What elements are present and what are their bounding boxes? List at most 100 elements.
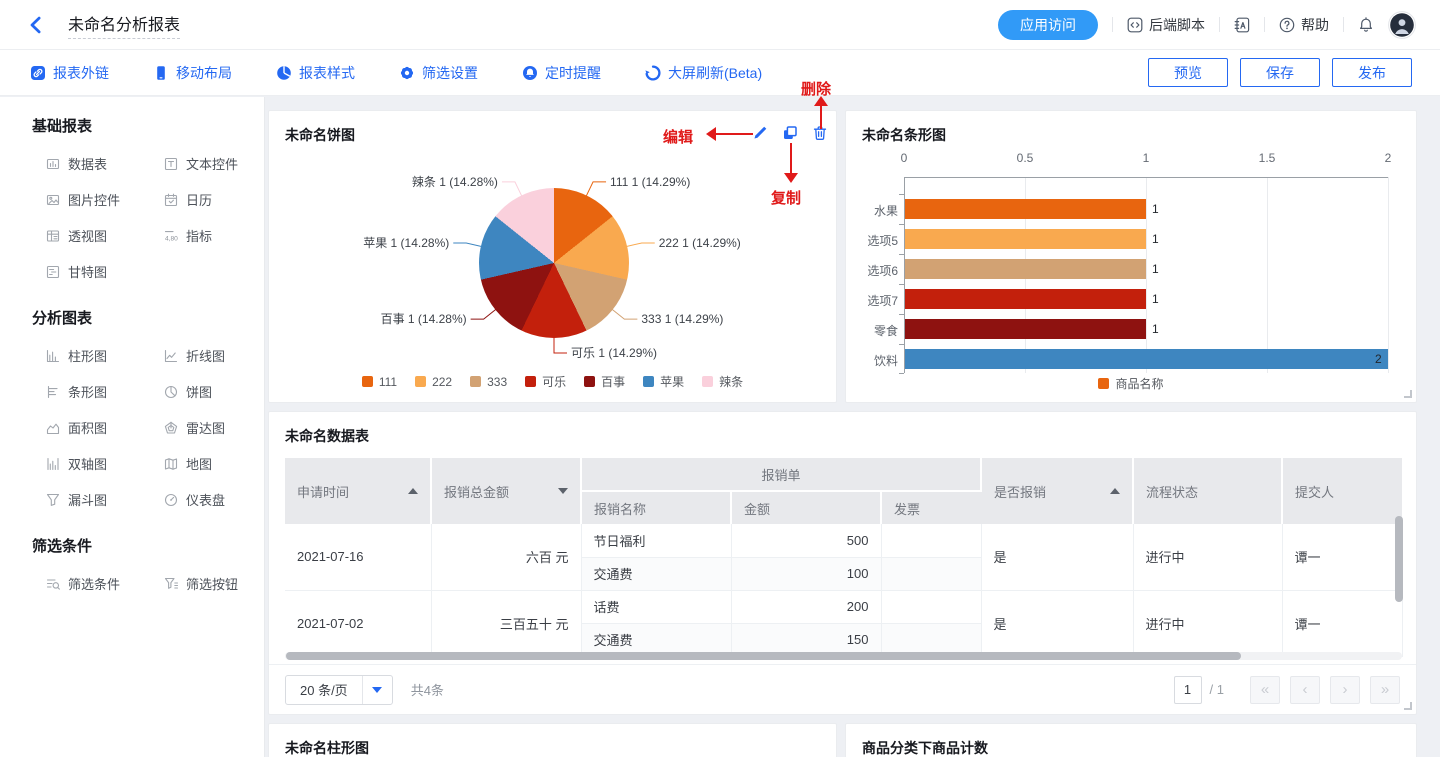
sidebar-item-funnel-chart[interactable]: 漏斗图	[46, 490, 164, 509]
address-book-button[interactable]	[1234, 17, 1250, 33]
avatar[interactable]	[1388, 11, 1416, 39]
sidebar-section: 基础报表数据表文本控件图片控件日历透视图4,80指标甘特图	[32, 115, 264, 281]
sidebar-item-pivot[interactable]: 透视图	[46, 226, 164, 245]
y-axis-tick	[899, 373, 904, 374]
sidebar-item-gantt[interactable]: 甘特图	[46, 262, 164, 281]
pie-card-title: 未命名饼图	[285, 125, 355, 145]
legend-item[interactable]: 333	[470, 375, 507, 389]
sidebar-item-image-widget[interactable]: 图片控件	[46, 190, 164, 209]
sidebar-item-bar-chart[interactable]: 条形图	[46, 382, 164, 401]
column-header-status[interactable]: 流程状态	[1133, 458, 1282, 524]
first-page-button[interactable]: «	[1250, 676, 1280, 704]
sort-desc-icon[interactable]	[558, 488, 568, 494]
next-page-button[interactable]: ›	[1330, 676, 1360, 704]
column-header-submitter[interactable]: 提交人	[1282, 458, 1402, 524]
sidebar-item-line-chart[interactable]: 折线图	[164, 346, 264, 365]
vertical-scrollbar-thumb[interactable]	[1395, 516, 1403, 602]
toolbar-tab-timer-reminder[interactable]: 定时提醒	[522, 63, 601, 83]
x-axis-tick-label: 1	[1126, 151, 1166, 165]
sidebar-item-map[interactable]: 地图	[164, 454, 264, 473]
page-size-select[interactable]: 20 条/页	[285, 675, 393, 705]
sidebar-item-label: 饼图	[186, 382, 212, 401]
column-chart-card[interactable]: 未命名柱形图	[268, 723, 837, 757]
column-chart-icon	[46, 349, 60, 363]
cell-submitter: 谭一	[1282, 524, 1402, 590]
legend-item[interactable]: 苹果	[643, 373, 684, 390]
preview-button[interactable]: 预览	[1148, 58, 1228, 87]
report-canvas: 未命名饼图 111 1 (14.29%)222 1 (14.29%)333 1 …	[265, 96, 1440, 757]
bar-chart-card[interactable]: 未命名条形图 00.511.52水果1选项51选项61选项71零食1饮料2 商品…	[845, 110, 1417, 403]
gauge-icon	[164, 493, 178, 507]
prev-page-button[interactable]: ‹	[1290, 676, 1320, 704]
legend-item[interactable]: 商品名称	[1098, 375, 1163, 392]
toolbar-tab-screen-refresh[interactable]: 大屏刷新(Beta)	[645, 63, 762, 83]
backend-script-link[interactable]: 后端脚本	[1127, 15, 1205, 35]
sidebar-item-metric[interactable]: 4,80指标	[164, 226, 264, 245]
publish-button[interactable]: 发布	[1332, 58, 1412, 87]
column-header-reimbursed[interactable]: 是否报销	[981, 458, 1133, 524]
data-table-card[interactable]: 未命名数据表 申请时间报销总金额报销单是否报销流程状态提交人报销名称金额发票 2…	[268, 411, 1417, 715]
divider	[1343, 17, 1344, 32]
legend-item[interactable]: 辣条	[702, 373, 743, 390]
sidebar-item-filter-button[interactable]: 筛选按钮	[164, 574, 264, 593]
column-subheader[interactable]: 报销名称	[581, 491, 731, 524]
toolbar-tab-filter-settings[interactable]: 筛选设置	[399, 63, 478, 83]
sidebar-item-dual-axis[interactable]: 双轴图	[46, 454, 164, 473]
column-subheader[interactable]: 金额	[731, 491, 881, 524]
edit-icon[interactable]	[752, 125, 768, 141]
app-access-button[interactable]: 应用访问	[998, 10, 1098, 40]
page-number-input[interactable]	[1174, 676, 1202, 704]
sidebar-item-label: 仪表盘	[186, 490, 225, 509]
legend-label: 可乐	[542, 373, 566, 390]
sidebar-item-text-widget[interactable]: 文本控件	[164, 154, 264, 173]
gridline	[1267, 177, 1268, 373]
cell-total-amount: 三百五十 元	[431, 590, 581, 656]
legend-item[interactable]: 可乐	[525, 373, 566, 390]
tab-label: 大屏刷新(Beta)	[668, 63, 762, 83]
legend-item[interactable]: 111	[362, 375, 397, 389]
help-link[interactable]: 帮助	[1279, 15, 1329, 35]
horizontal-scrollbar-thumb[interactable]	[286, 652, 1241, 660]
column-group-header: 报销单	[581, 458, 981, 491]
notifications-button[interactable]	[1358, 17, 1374, 33]
sort-asc-icon[interactable]	[1110, 488, 1120, 494]
y-axis-category-label: 选项6	[848, 262, 898, 279]
save-button[interactable]: 保存	[1240, 58, 1320, 87]
sidebar-item-data-table[interactable]: 数据表	[46, 154, 164, 173]
column-header-total-amount[interactable]: 报销总金额	[431, 458, 581, 524]
sidebar-section: 筛选条件筛选条件筛选按钮	[32, 535, 264, 593]
sidebar-item-area-chart[interactable]: 面积图	[46, 418, 164, 437]
toolbar-tab-mobile-layout[interactable]: 移动布局	[153, 63, 232, 83]
sidebar-item-pie-chart[interactable]: 饼图	[164, 382, 264, 401]
column-subheader[interactable]: 发票	[881, 491, 981, 524]
sidebar-item-gauge[interactable]: 仪表盘	[164, 490, 264, 509]
back-button[interactable]	[26, 15, 46, 35]
code-script-icon	[1127, 17, 1143, 33]
sidebar-item-filter-condition[interactable]: 筛选条件	[46, 574, 164, 593]
copy-icon[interactable]	[782, 125, 798, 141]
horizontal-scrollbar[interactable]	[285, 652, 1402, 660]
column-header-apply-date[interactable]: 申请时间	[285, 458, 431, 524]
sidebar-item-column-chart[interactable]: 柱形图	[46, 346, 164, 365]
annotation-arrow-down	[784, 173, 798, 183]
sidebar-item-calendar[interactable]: 日历	[164, 190, 264, 209]
cell-invoice	[881, 590, 981, 623]
resize-handle[interactable]	[1404, 390, 1412, 398]
chevron-down-icon	[362, 676, 392, 704]
bar-value-label: 1	[1152, 262, 1159, 276]
last-page-button[interactable]: »	[1370, 676, 1400, 704]
resize-handle[interactable]	[1404, 702, 1412, 710]
legend-item[interactable]: 222	[415, 375, 452, 389]
legend-item[interactable]: 百事	[584, 373, 625, 390]
pie-chart	[479, 188, 629, 338]
divider	[1112, 17, 1113, 32]
sidebar-item-radar-chart[interactable]: 雷达图	[164, 418, 264, 437]
sort-asc-icon[interactable]	[408, 488, 418, 494]
count-chart-card[interactable]: 商品分类下商品计数	[845, 723, 1417, 757]
toolbar-tab-report-style[interactable]: 报表样式	[276, 63, 355, 83]
pie-slice-label: 可乐 1 (14.29%)	[571, 346, 657, 360]
sidebar-item-label: 图片控件	[68, 190, 120, 209]
toolbar-tab-external-link[interactable]: 报表外链	[30, 63, 109, 83]
pie-chart-card[interactable]: 未命名饼图 111 1 (14.29%)222 1 (14.29%)333 1 …	[268, 110, 837, 403]
page-total: / 1	[1210, 682, 1224, 697]
